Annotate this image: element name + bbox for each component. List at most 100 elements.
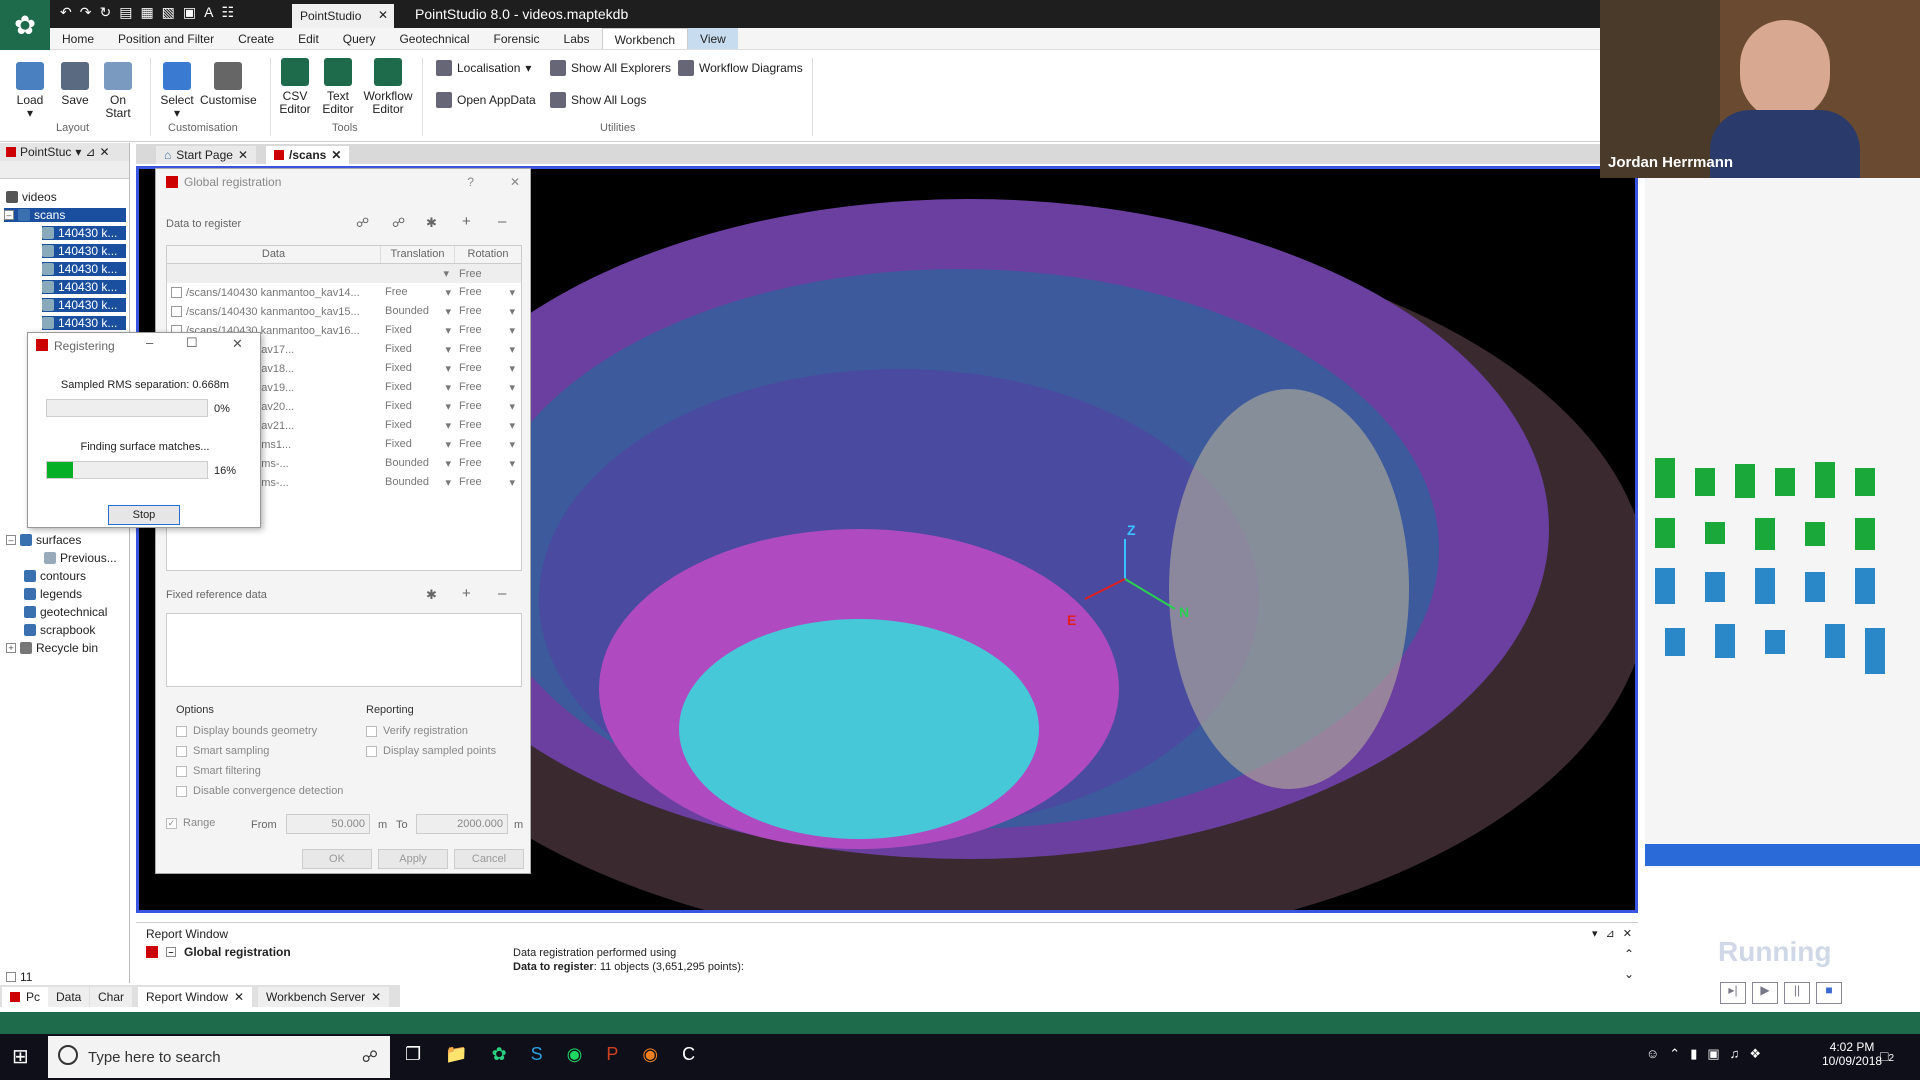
powerpoint-icon[interactable]: P (606, 1044, 618, 1065)
tab-report-window[interactable]: Report Window ✕ (138, 987, 253, 1007)
tree-item-geotechnical[interactable]: geotechnical (24, 605, 107, 619)
workflow-diagrams-button[interactable]: Workflow Diagrams (678, 60, 803, 76)
close-icon[interactable]: ✕ (331, 148, 341, 162)
tab-scans[interactable]: /scans ✕ (266, 146, 350, 164)
refresh-icon[interactable]: ↻ (99, 4, 111, 24)
app-icon[interactable]: C (682, 1044, 695, 1065)
show-all-logs-button[interactable]: Show All Logs (550, 92, 646, 108)
rotation-select[interactable]: Free ▾ (455, 457, 521, 470)
add-icon[interactable]: + (462, 585, 471, 602)
translation-select[interactable]: Fixed ▾ (381, 324, 455, 337)
apply-button[interactable]: Apply (378, 849, 448, 869)
translation-select[interactable]: Bounded ▾ (381, 476, 455, 489)
translation-select[interactable]: Bounded ▾ (381, 457, 455, 470)
disable-convergence-checkbox[interactable]: Disable convergence detection (176, 785, 343, 797)
close-icon[interactable]: ✕ (99, 145, 109, 159)
menu-create[interactable]: Create (226, 28, 286, 49)
tree-item-scan[interactable]: 140430 k... (42, 316, 126, 330)
help-icon[interactable]: ? (467, 175, 474, 189)
asterisk-icon[interactable]: ✱ (426, 215, 437, 231)
rotation-select[interactable]: Free ▾ (455, 476, 521, 489)
close-icon[interactable]: ✕ (238, 148, 248, 162)
close-icon[interactable]: ✕ (371, 990, 381, 1004)
fixed-reference-list[interactable] (166, 613, 522, 687)
tab-data[interactable]: Data (48, 987, 90, 1007)
range-checkbox[interactable]: ✓ Range (166, 817, 215, 829)
app-logo-icon[interactable]: ✿ (0, 0, 50, 50)
rotation-select[interactable]: Free ▾ (455, 419, 521, 432)
display-bounds-checkbox[interactable]: Display bounds geometry (176, 725, 317, 737)
csv-editor-button[interactable]: CSV Editor (278, 58, 312, 116)
translation-select[interactable]: Fixed ▾ (381, 343, 455, 356)
chevron-down-icon[interactable]: ▾ (1592, 927, 1598, 940)
volume-icon[interactable]: ♫ (1730, 1046, 1740, 1062)
smart-filtering-checkbox[interactable]: Smart filtering (176, 765, 261, 777)
scroll-up-icon[interactable]: ⌃ (1624, 947, 1634, 961)
tab-pointstudio[interactable]: Pc (2, 987, 49, 1007)
tree-item-legends[interactable]: legends (24, 587, 82, 601)
menu-position-and-filter[interactable]: Position and Filter (106, 28, 226, 49)
windows-start-icon[interactable]: ⊞ (12, 1044, 29, 1069)
chevron-down-icon[interactable]: ▾ (381, 267, 455, 280)
workflow-icon[interactable]: ☷ (221, 4, 234, 24)
menu-geotechnical[interactable]: Geotechnical (387, 28, 481, 49)
report-icon[interactable]: ▧ (162, 4, 175, 24)
unlink-icon[interactable]: ☍ (392, 215, 405, 231)
document-tab[interactable]: PointStudio ✕ (292, 4, 394, 28)
collapse-icon[interactable]: – (6, 535, 16, 545)
firefox-icon[interactable]: ◉ (642, 1044, 658, 1065)
translation-select[interactable]: Bounded ▾ (381, 305, 455, 318)
tree-item-videos[interactable]: videos (6, 190, 57, 204)
skype-icon[interactable]: S (531, 1044, 543, 1065)
clock[interactable]: 4:02 PM 10/09/2018 (1822, 1040, 1882, 1068)
chevron-up-icon[interactable]: ⌃ (1669, 1046, 1680, 1062)
network-icon[interactable]: ▣ (1707, 1046, 1719, 1062)
link-icon[interactable]: ☍ (356, 215, 369, 231)
rotation-select[interactable]: Free ▾ (455, 343, 521, 356)
redo-icon[interactable]: ↷ (80, 4, 92, 24)
tree-item-scan[interactable]: 140430 k... (42, 298, 126, 312)
menu-view[interactable]: View (688, 28, 738, 49)
menu-query[interactable]: Query (331, 28, 388, 49)
save-button[interactable]: Save (60, 62, 90, 107)
undo-icon[interactable]: ↶ (60, 4, 72, 24)
rotation-default[interactable]: Free (455, 268, 521, 280)
tab-workbench-server[interactable]: Workbench Server ✕ (258, 987, 390, 1007)
close-icon[interactable]: ✕ (234, 990, 244, 1004)
close-icon[interactable]: ✕ (510, 175, 520, 189)
menu-labs[interactable]: Labs (552, 28, 602, 49)
rotation-select[interactable]: Free ▾ (455, 438, 521, 451)
translation-select[interactable]: Fixed ▾ (381, 400, 455, 413)
close-icon[interactable]: ✕ (378, 8, 388, 22)
stop-icon[interactable]: ■ (1816, 982, 1842, 1004)
scroll-down-icon[interactable]: ⌄ (1624, 967, 1634, 981)
document-icon[interactable]: ▤ (119, 4, 132, 24)
tree-item-scan[interactable]: 140430 k... (42, 280, 126, 294)
show-all-explorers-button[interactable]: Show All Explorers (550, 60, 671, 76)
rotation-select[interactable]: Free ▾ (455, 305, 521, 318)
pin-icon[interactable]: ⊿ (1606, 927, 1615, 940)
smart-sampling-checkbox[interactable]: Smart sampling (176, 745, 269, 757)
localisation-button[interactable]: Localisation ▾ (436, 60, 531, 76)
menu-edit[interactable]: Edit (286, 28, 331, 49)
load-button[interactable]: Load ▾ (14, 62, 46, 120)
tab-start-page[interactable]: ⌂ Start Page ✕ (156, 146, 257, 164)
menu-workbench[interactable]: Workbench (601, 28, 689, 49)
table-row[interactable]: /scans/140430 kanmantoo_kav14... Free ▾ Fre… (167, 283, 521, 302)
menu-home[interactable]: Home (50, 28, 106, 49)
tree-item-surfaces[interactable]: – surfaces (6, 533, 81, 547)
verify-registration-checkbox[interactable]: Verify registration (366, 725, 468, 737)
search-box[interactable]: Type here to search ☍ (48, 1036, 390, 1078)
spotify-icon[interactable]: ◉ (567, 1044, 583, 1065)
spreadsheet-icon[interactable]: ▣ (183, 4, 196, 24)
task-view-icon[interactable]: ❐ (405, 1044, 421, 1065)
cancel-button[interactable]: Cancel (454, 849, 524, 869)
open-appdata-button[interactable]: Open AppData (436, 92, 536, 108)
display-sampled-points-checkbox[interactable]: Display sampled points (366, 745, 496, 757)
from-input[interactable]: 50.000 (286, 814, 370, 834)
microphone-icon[interactable]: ☍ (362, 1047, 378, 1067)
table-row[interactable]: /scans/140430 kanmantoo_kav15... Bounded ▾… (167, 302, 521, 321)
step-icon[interactable]: ▸| (1720, 982, 1746, 1004)
text-editor-button[interactable]: Text Editor (320, 58, 356, 116)
translation-select[interactable]: Fixed ▾ (381, 419, 455, 432)
